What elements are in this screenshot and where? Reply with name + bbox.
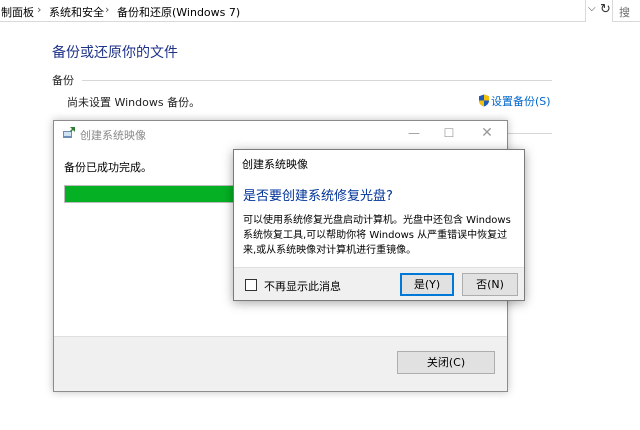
address-box[interactable]: 制面板 › 系统和安全 › 备份和还原(Windows 7) (0, 0, 586, 22)
backup-app-icon (63, 127, 75, 138)
chevron-right-icon[interactable]: › (37, 3, 41, 16)
breadcrumb-backup-restore[interactable]: 备份和还原(Windows 7) (117, 4, 240, 20)
address-bar: 制面板 › 系统和安全 › 备份和还原(Windows 7) ⌵ ↻ 搜 (0, 0, 640, 24)
dont-show-again-label[interactable]: 不再显示此消息 (264, 278, 341, 294)
group-divider (82, 80, 552, 81)
search-input[interactable]: 搜 (612, 0, 640, 22)
minimize-icon[interactable]: — (404, 124, 424, 142)
close-icon[interactable]: ✕ (477, 124, 497, 142)
close-button[interactable]: 关闭(C) (397, 351, 495, 374)
uac-shield-icon (479, 94, 489, 107)
window-titlebar[interactable]: 创建系统映像 — ☐ ✕ (54, 121, 507, 146)
window-footer: 关闭(C) (54, 336, 507, 391)
backup-complete-text: 备份已成功完成。 (64, 161, 152, 174)
chevron-down-icon[interactable]: ⌵ (588, 3, 596, 14)
page-title: 备份或还原你的文件 (52, 45, 178, 61)
repair-disc-dialog: 创建系统映像 是否要创建系统修复光盘? 可以使用系统修复光盘启动计算机。光盘中还… (233, 149, 525, 301)
maximize-icon[interactable]: ☐ (439, 124, 459, 142)
dialog-main-instruction: 是否要创建系统修复光盘? (243, 189, 393, 204)
breadcrumb-control-panel[interactable]: 制面板 (1, 4, 34, 20)
dialog-title: 创建系统映像 (242, 158, 308, 171)
control-panel-window: 制面板 › 系统和安全 › 备份和还原(Windows 7) ⌵ ↻ 搜 备份或… (0, 0, 640, 430)
setup-backup-link[interactable]: 设置备份(S) (478, 93, 551, 109)
dialog-body-line: 来,或从系统映像对计算机进行重镜像。 (243, 245, 417, 256)
dialog-footer: 不再显示此消息 是(Y) 否(N) (234, 267, 524, 300)
group-divider (508, 133, 552, 134)
backup-group-label: 备份 (52, 74, 74, 87)
refresh-icon[interactable]: ↻ (600, 2, 611, 17)
dialog-body-line: 可以使用系统修复光盘启动计算机。光盘中还包含 Windows (243, 215, 511, 226)
chevron-right-icon[interactable]: › (105, 3, 109, 16)
search-placeholder: 搜 (619, 6, 630, 19)
backup-status-text: 尚未设置 Windows 备份。 (67, 96, 201, 109)
dialog-titlebar[interactable]: 创建系统映像 (234, 150, 524, 174)
yes-button[interactable]: 是(Y) (400, 273, 454, 296)
setup-backup-label: 设置备份(S) (491, 95, 551, 108)
dialog-body: 可以使用系统修复光盘启动计算机。光盘中还包含 Windows 系统恢复工具,可以… (243, 213, 519, 258)
breadcrumb-system-security[interactable]: 系统和安全 (49, 4, 104, 20)
dialog-body-line: 系统恢复工具,可以帮助你将 Windows 从严重错误中恢复过 (243, 230, 508, 241)
window-title: 创建系统映像 (80, 129, 146, 142)
no-button[interactable]: 否(N) (462, 273, 518, 296)
dont-show-again-checkbox[interactable] (245, 279, 257, 291)
